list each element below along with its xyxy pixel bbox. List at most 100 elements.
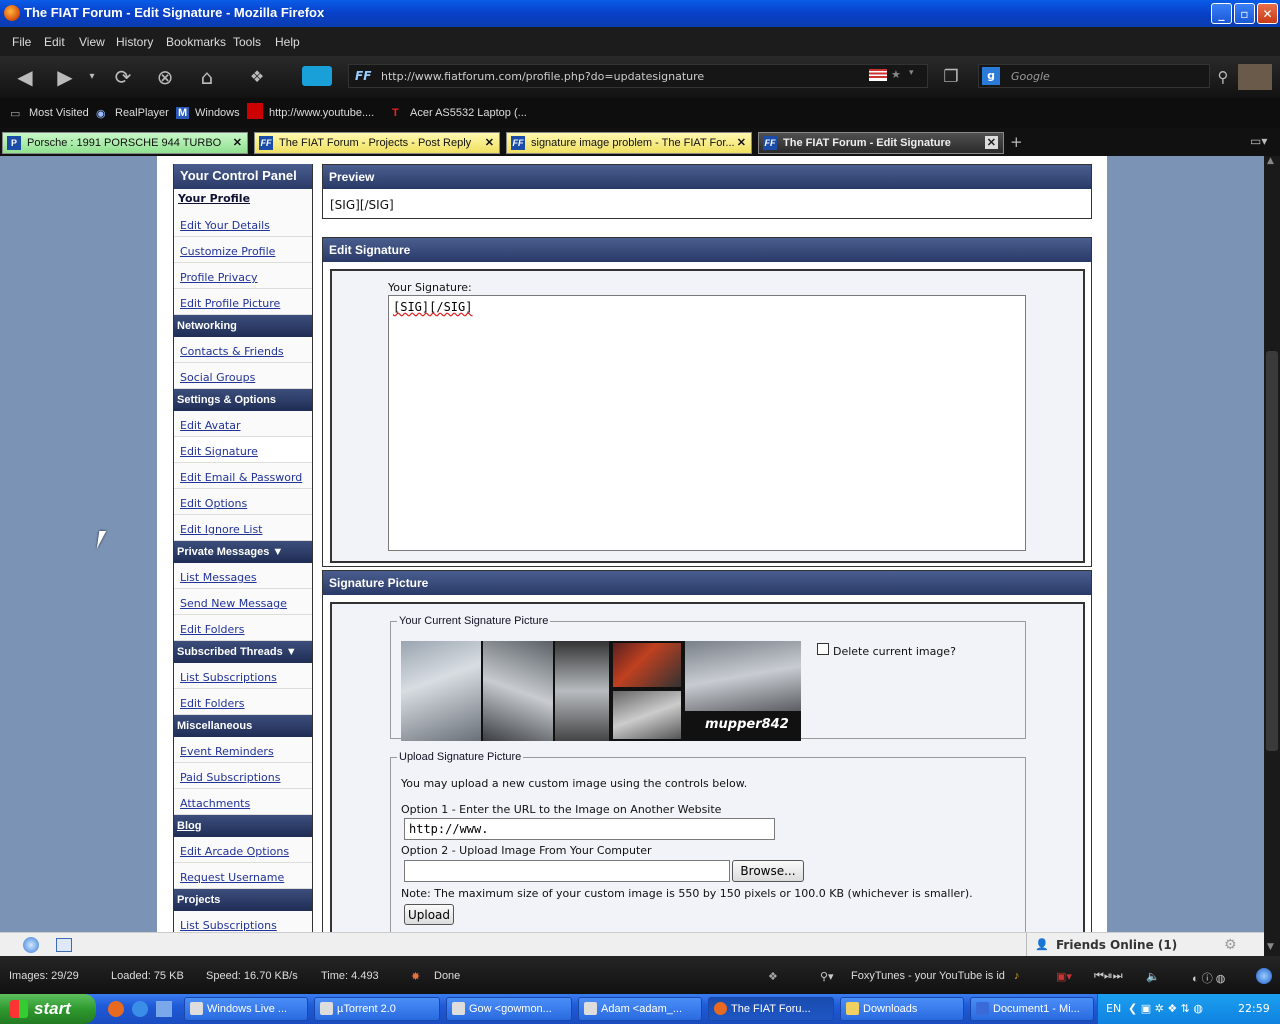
taskbar-adam[interactable]: Adam <adam_...: [578, 997, 702, 1021]
bookmark-realplayer[interactable]: RealPlayer: [115, 107, 169, 119]
back-icon[interactable]: ◀: [10, 64, 40, 90]
forward-icon[interactable]: ▶: [50, 64, 80, 90]
globe-icon[interactable]: [23, 937, 39, 953]
addon-icon[interactable]: ❖: [242, 64, 272, 90]
taskbar-downloads[interactable]: Downloads: [840, 997, 964, 1021]
delete-image-checkbox[interactable]: [817, 643, 829, 655]
tab-porsche[interactable]: P Porsche : 1991 PORSCHE 944 TURBO ✕: [2, 132, 248, 154]
scroll-up-icon[interactable]: ▲: [1267, 156, 1274, 166]
quicklaunch-ie-icon[interactable]: [132, 1001, 148, 1017]
sidebar-item-customize-profile[interactable]: Customize Profile: [174, 237, 312, 263]
bookmark-acer[interactable]: Acer AS5532 Laptop (...: [410, 107, 527, 119]
sidebar-item-edit-arcade-options[interactable]: Edit Arcade Options: [174, 837, 312, 863]
music-icon[interactable]: ♪: [1014, 970, 1020, 982]
search-icon[interactable]: ⚲: [1208, 64, 1238, 90]
friends-online-widget[interactable]: 👤 Friends Online (1): [1026, 933, 1217, 957]
reload-icon[interactable]: ⟳: [108, 64, 138, 90]
taskbar-document1[interactable]: Document1 - Mi...: [970, 997, 1094, 1021]
menu-view[interactable]: View: [79, 35, 105, 49]
sidebar-toggle-icon[interactable]: [302, 66, 332, 86]
sidebar-item-social-groups[interactable]: Social Groups: [174, 363, 312, 389]
quicklaunch-desktop-icon[interactable]: [156, 1001, 172, 1017]
sidebar-item-edit-folders[interactable]: Edit Folders: [174, 689, 312, 715]
sidebar-item-list-subscriptions[interactable]: List Subscriptions: [174, 663, 312, 689]
bookmark-youtube[interactable]: http://www.youtube....: [269, 107, 374, 119]
sidebar-item-attachments[interactable]: Attachments: [174, 789, 312, 815]
persona-icon[interactable]: [1238, 64, 1272, 90]
sidebar-item-edit-details[interactable]: Edit Your Details: [174, 211, 312, 237]
menu-help[interactable]: Help: [275, 35, 300, 49]
sidebar-section-private-messages[interactable]: Private Messages ▼: [174, 541, 312, 563]
scrollbar-thumb[interactable]: [1266, 351, 1278, 751]
addon-icon[interactable]: ❖: [768, 970, 778, 983]
menu-history[interactable]: History: [116, 35, 153, 49]
sidebar-section-subscribed-threads[interactable]: Subscribed Threads ▼: [174, 641, 312, 663]
collapse-arrow-icon[interactable]: ▼: [272, 546, 283, 558]
minimize-button[interactable]: _: [1211, 3, 1232, 24]
sidebar-item-your-profile[interactable]: Your Profile: [174, 189, 312, 211]
tab-close-icon[interactable]: ✕: [485, 136, 494, 149]
history-dropdown-icon[interactable]: ▾: [84, 64, 100, 90]
tab-overview-icon[interactable]: ❐: [936, 64, 966, 90]
sidebar-item-edit-options[interactable]: Edit Options: [174, 489, 312, 515]
search-input[interactable]: g Google: [978, 64, 1210, 88]
sidebar-item-list-subscriptions[interactable]: List Subscriptions: [174, 911, 312, 932]
youtube-player-icon[interactable]: ▣▾: [1056, 970, 1072, 983]
bookmark-star-icon[interactable]: ★: [891, 68, 901, 81]
sidebar-item-edit-signature[interactable]: Edit Signature: [174, 437, 312, 463]
taskbar-fiat-forum[interactable]: The FIAT Foru...: [708, 997, 834, 1021]
tab-close-icon[interactable]: ✕: [984, 136, 998, 149]
stop-icon[interactable]: ⊗: [150, 64, 180, 90]
start-button[interactable]: start: [0, 994, 96, 1024]
tray-icons[interactable]: ❮ ▣ ✲ ❖ ⇅ ◍: [1128, 1002, 1203, 1015]
tab-edit-signature[interactable]: FF The FIAT Forum - Edit Signature ✕: [758, 132, 1004, 154]
image-url-input[interactable]: http://www.: [404, 818, 775, 840]
tab-projects-post-reply[interactable]: FF The FIAT Forum - Projects - Post Repl…: [254, 132, 500, 154]
file-path-input[interactable]: [404, 860, 730, 882]
menu-tools[interactable]: Tools: [233, 35, 261, 49]
sidebar-item-edit-profile-picture[interactable]: Edit Profile Picture: [174, 289, 312, 315]
taskbar-windows-live[interactable]: Windows Live ...: [184, 997, 308, 1021]
tab-close-icon[interactable]: ✕: [233, 136, 242, 149]
tab-close-icon[interactable]: ✕: [737, 136, 746, 149]
url-bar[interactable]: FF http://www.fiatforum.com/profile.php?…: [348, 64, 928, 88]
settings-gear-icon[interactable]: ⚙: [1224, 937, 1237, 953]
language-indicator[interactable]: EN: [1106, 1002, 1121, 1015]
taskbar-gow[interactable]: Gow <gowmon...: [446, 997, 572, 1021]
new-tab-icon[interactable]: +: [1010, 133, 1023, 151]
menu-bookmarks[interactable]: Bookmarks: [166, 35, 226, 49]
bookmark-windows[interactable]: Windows: [195, 107, 240, 119]
taskbar-utorrent[interactable]: µTorrent 2.0: [314, 997, 440, 1021]
bookmark-most-visited[interactable]: Most Visited: [29, 107, 89, 119]
sidebar-item-edit-email-password[interactable]: Edit Email & Password: [174, 463, 312, 489]
volume-icon[interactable]: 🔈: [1146, 970, 1160, 983]
info-icons[interactable]: ◐ ⓘ ◍: [1192, 970, 1225, 986]
sidebar-section-blog[interactable]: Blog: [174, 815, 312, 837]
list-all-tabs-icon[interactable]: ▭▾: [1250, 134, 1267, 148]
signature-textarea[interactable]: [SIG][/SIG]: [388, 295, 1026, 551]
foxytunes-search-icon[interactable]: ⚲▾: [820, 970, 834, 983]
url-dropdown-icon[interactable]: ▾: [909, 68, 914, 78]
sidebar-item-send-new-message[interactable]: Send New Message: [174, 589, 312, 615]
sidebar-item-list-messages[interactable]: List Messages: [174, 563, 312, 589]
scroll-down-icon[interactable]: ▼: [1267, 942, 1274, 952]
menu-edit[interactable]: Edit: [44, 35, 65, 49]
media-controls-icon[interactable]: ⏮⏯⏭: [1094, 970, 1123, 983]
collapse-arrow-icon[interactable]: ▼: [286, 646, 297, 658]
menu-file[interactable]: File: [12, 35, 31, 49]
maximize-button[interactable]: ▫: [1234, 3, 1255, 24]
tab-signature-problem[interactable]: FF signature image problem - The FIAT Fo…: [506, 132, 752, 154]
browse-button[interactable]: Browse...: [732, 860, 804, 882]
sidebar-item-edit-ignore-list[interactable]: Edit Ignore List: [174, 515, 312, 541]
vertical-scrollbar[interactable]: ▲ ▼: [1264, 156, 1280, 956]
close-button[interactable]: ✕: [1257, 3, 1278, 24]
sidebar-item-edit-avatar[interactable]: Edit Avatar: [174, 411, 312, 437]
sidebar-item-event-reminders[interactable]: Event Reminders: [174, 737, 312, 763]
sidebar-item-request-username[interactable]: Request Username: [174, 863, 312, 889]
share-icon[interactable]: [56, 938, 72, 952]
upload-button[interactable]: Upload: [404, 904, 454, 925]
quicklaunch-firefox-icon[interactable]: [108, 1001, 124, 1017]
sidebar-item-paid-subscriptions[interactable]: Paid Subscriptions: [174, 763, 312, 789]
sidebar-item-contacts-friends[interactable]: Contacts & Friends: [174, 337, 312, 363]
sidebar-item-edit-folders[interactable]: Edit Folders: [174, 615, 312, 641]
